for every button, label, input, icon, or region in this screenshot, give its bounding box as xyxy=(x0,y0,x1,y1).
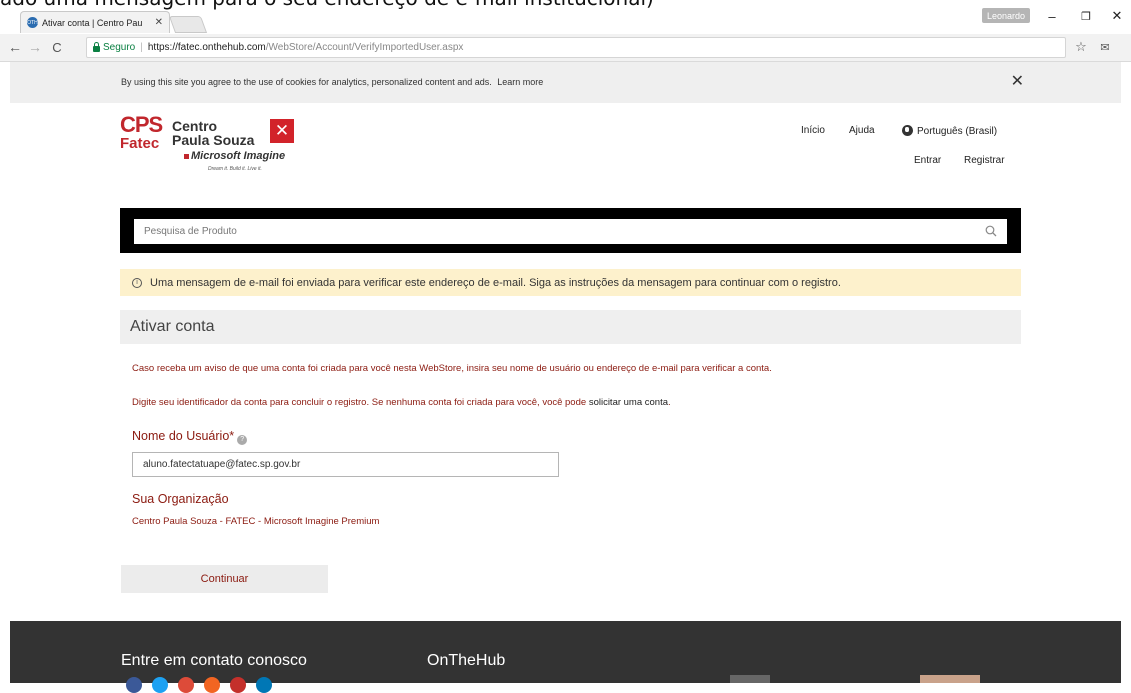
restore-icon[interactable]: ❐ xyxy=(1074,6,1098,26)
nav-inicio[interactable]: Início xyxy=(801,125,825,136)
instructions-text: Digite seu identificador da conta para c… xyxy=(132,397,587,408)
continue-button[interactable]: Continuar xyxy=(121,565,328,593)
site-logo[interactable]: CPS Fatec Centro Paula Souza ✕ Microsoft … xyxy=(120,112,320,177)
new-tab-button[interactable] xyxy=(168,16,208,33)
url-field[interactable]: Seguro | https://fatec.onthehub.com/WebS… xyxy=(86,37,1066,58)
cookie-message: By using this site you agree to the use … xyxy=(121,77,492,87)
organization-label: Sua Organização xyxy=(132,492,229,506)
reload-icon[interactable]: C xyxy=(48,38,66,56)
footer-contact-heading: Entre em contato conosco xyxy=(121,652,307,669)
profile-badge[interactable]: Leonardo xyxy=(982,8,1030,23)
globe-icon xyxy=(902,125,913,136)
browser-tabstrip: OTH Ativar conta | Centro Pau ✕ Leonardo… xyxy=(0,0,1131,34)
instructions-paragraph-1: Caso receba um aviso de que uma conta fo… xyxy=(132,363,772,374)
url-separator: | xyxy=(140,42,143,53)
rss-icon[interactable] xyxy=(204,677,220,693)
language-selector[interactable]: Português (Brasil) xyxy=(902,125,997,137)
username-label: Nome do Usuário*? xyxy=(132,429,248,445)
url-path: /WebStore/Account/VerifyImportedUser.asp… xyxy=(265,42,464,53)
linkedin-icon[interactable] xyxy=(256,677,272,693)
nav-registrar[interactable]: Registrar xyxy=(964,155,1005,166)
instructions-paragraph-2: Digite seu identificador da conta para c… xyxy=(132,397,671,408)
back-icon[interactable]: ← xyxy=(6,38,24,56)
browser-tab[interactable]: OTH Ativar conta | Centro Pau ✕ xyxy=(20,11,170,33)
logo-imagine-text: Microsoft Imagine xyxy=(191,150,286,162)
logo-centro: Centro Paula Souza xyxy=(172,119,254,147)
footer-fragment xyxy=(730,675,770,683)
tab-title: Ativar conta | Centro Pau xyxy=(42,17,143,28)
search-icon[interactable] xyxy=(985,225,997,237)
info-icon: i xyxy=(132,277,142,288)
logo-centro-line2: Paula Souza xyxy=(172,132,255,148)
instructions-period: . xyxy=(668,397,671,408)
username-label-text: Nome do Usuário* xyxy=(132,429,235,443)
verification-alert: i Uma mensagem de e-mail foi enviada par… xyxy=(120,269,1021,296)
window-close-icon[interactable]: ✕ xyxy=(1105,6,1129,26)
logo-fatec: Fatec xyxy=(120,135,160,152)
twitter-icon[interactable] xyxy=(152,677,168,693)
search-bar: Pesquisa de Produto xyxy=(120,208,1021,253)
url-host: https://fatec.onthehub.com xyxy=(147,42,266,53)
cookie-close-icon[interactable]: ✕ xyxy=(1011,71,1024,91)
lock-icon xyxy=(93,42,100,52)
imagine-x-icon: ✕ xyxy=(270,119,294,143)
secure-label: Seguro xyxy=(103,42,136,53)
logo-tagline: Dream it. Build it. Live it. xyxy=(208,166,262,172)
facebook-icon[interactable] xyxy=(126,677,142,693)
youtube-icon[interactable] xyxy=(230,677,246,693)
favicon-icon: OTH xyxy=(27,17,38,28)
organization-value: Centro Paula Souza - FATEC - Microsoft I… xyxy=(132,516,380,527)
google-plus-icon[interactable] xyxy=(178,677,194,693)
cookie-text: By using this site you agree to the use … xyxy=(121,77,543,87)
star-icon[interactable]: ☆ xyxy=(1072,38,1090,56)
minimize-icon[interactable]: – xyxy=(1040,6,1064,26)
logo-imagine: Microsoft Imagine xyxy=(184,150,285,162)
search-placeholder: Pesquisa de Produto xyxy=(144,226,237,237)
secure-indicator[interactable]: Seguro xyxy=(93,42,135,53)
close-tab-icon[interactable]: ✕ xyxy=(155,17,163,28)
help-icon[interactable]: ? xyxy=(237,435,248,445)
search-input[interactable]: Pesquisa de Produto xyxy=(134,219,1007,244)
learn-more-link[interactable]: Learn more xyxy=(497,77,543,87)
cookie-banner: By using this site you agree to the use … xyxy=(10,62,1121,103)
forward-icon[interactable]: → xyxy=(26,38,44,56)
language-label: Português (Brasil) xyxy=(917,126,998,137)
address-bar: ← → C Seguro | https://fatec.onthehub.co… xyxy=(0,34,1131,62)
alert-message: Uma mensagem de e-mail foi enviada para … xyxy=(150,276,841,289)
nav-entrar[interactable]: Entrar xyxy=(914,155,941,166)
footer-onthehub-heading: OnTheHub xyxy=(427,652,506,669)
section-title: Ativar conta xyxy=(120,310,1021,344)
extension-icon[interactable]: ✉ xyxy=(1096,38,1114,56)
username-field[interactable]: aluno.fatectatuape@fatec.sp.gov.br xyxy=(132,452,559,477)
footer-badge xyxy=(920,675,980,683)
nav-ajuda[interactable]: Ajuda xyxy=(849,125,875,136)
site-footer: Entre em contato conosco OnTheHub xyxy=(10,621,1121,693)
request-account-link[interactable]: solicitar uma conta xyxy=(589,397,668,408)
